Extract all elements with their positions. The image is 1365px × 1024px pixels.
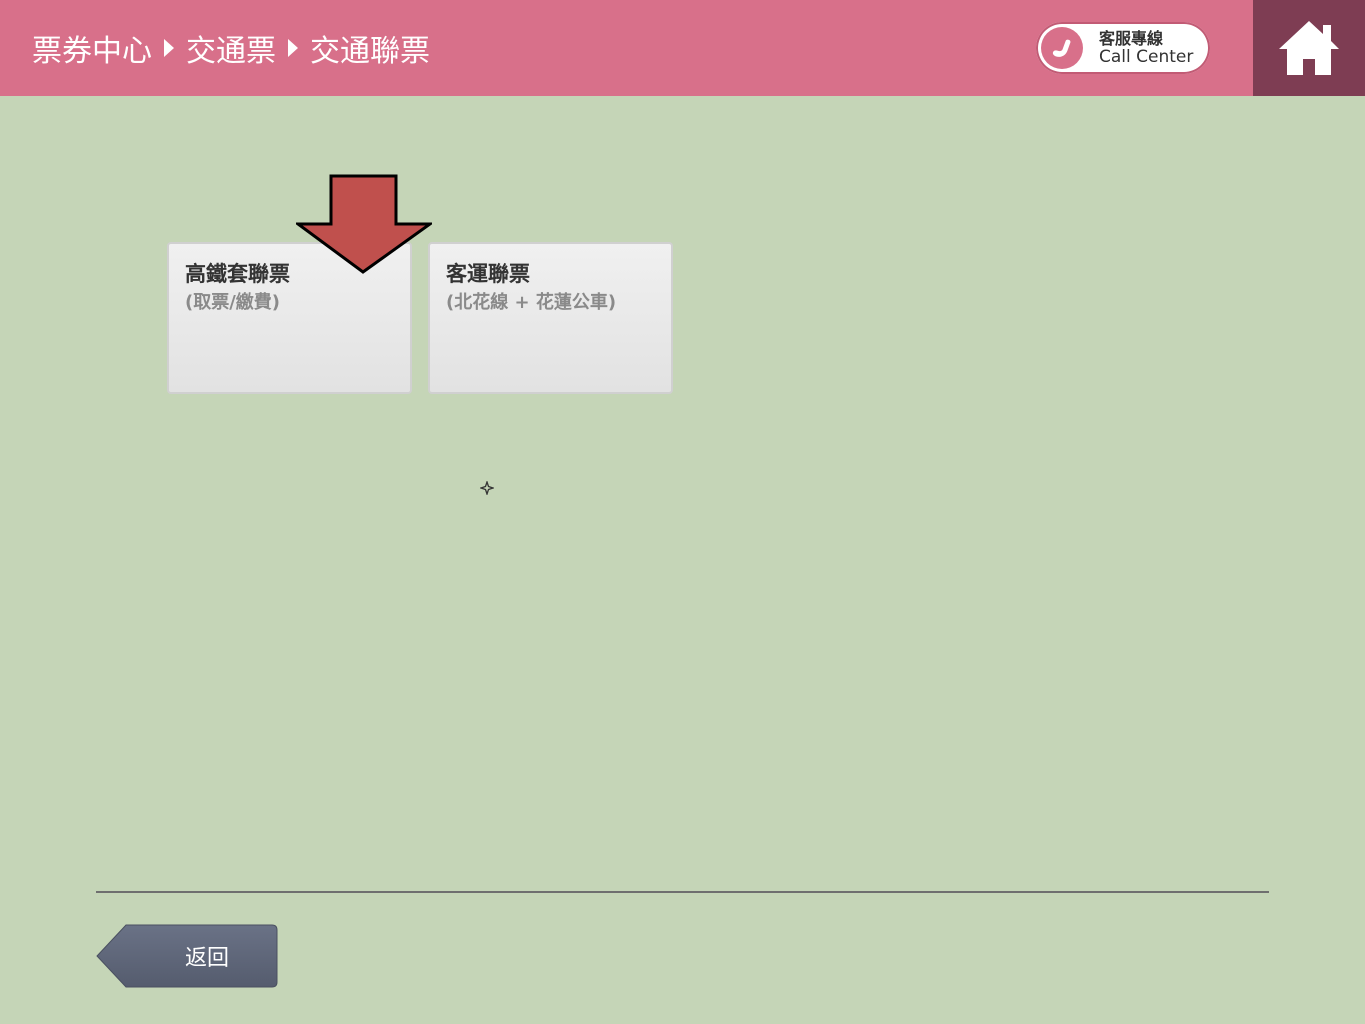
call-center-label: 客服專線 Call Center — [1099, 29, 1194, 67]
call-center-label-zh: 客服專線 — [1099, 29, 1164, 48]
call-center-button[interactable]: 客服專線 Call Center — [1036, 22, 1210, 74]
down-arrow-icon — [296, 174, 432, 274]
home-icon — [1279, 21, 1339, 75]
phone-icon — [1041, 27, 1083, 69]
tile-subtitle: (北花線 + 花蓮公車) — [446, 292, 617, 313]
caret-right-icon — [164, 39, 174, 57]
call-center-label-en: Call Center — [1099, 47, 1194, 67]
tile-bus-combo[interactable]: 客運聯票 (北花線 + 花蓮公車) — [428, 242, 673, 394]
footer-divider — [96, 891, 1269, 893]
caret-right-icon — [288, 39, 298, 57]
breadcrumb-item-ticket-center[interactable]: 票券中心 — [32, 26, 152, 70]
header-bar: 票券中心 交通票 交通聯票 客服專線 Call Center — [0, 0, 1365, 96]
breadcrumb: 票券中心 交通票 交通聯票 — [32, 0, 430, 96]
breadcrumb-item-transport-combo: 交通聯票 — [310, 34, 430, 69]
cursor-sparkle-icon — [480, 481, 494, 495]
tile-subtitle: (取票/繳費) — [185, 292, 281, 313]
home-button[interactable] — [1253, 0, 1365, 96]
back-button-label: 返回 — [184, 946, 229, 971]
back-button[interactable]: 返回 — [96, 924, 278, 988]
breadcrumb-item-transport[interactable]: 交通票 — [186, 26, 276, 70]
tile-title: 客運聯票 — [446, 262, 530, 286]
